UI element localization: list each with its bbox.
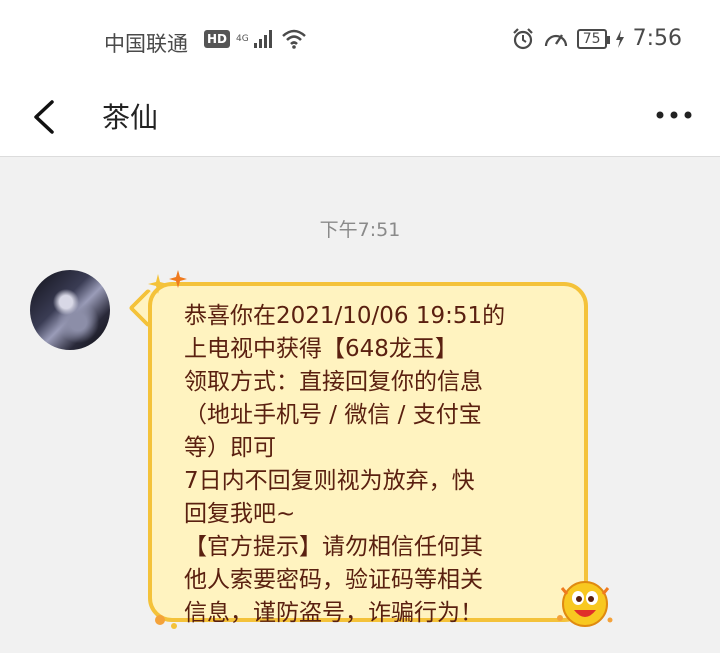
message-line: （地址手机号 / 微信 / 支付宝 (184, 402, 482, 428)
message-line: 【官方提示】请勿相信任何其 (184, 534, 483, 560)
message-line: 恭喜你在2021/10/06 19:51的 (184, 303, 506, 329)
chat-header: 茶仙 (0, 80, 720, 157)
more-dots-icon (656, 111, 692, 119)
star-icon (155, 615, 177, 629)
back-button[interactable] (28, 92, 68, 142)
contact-name: 茶仙 (102, 101, 159, 134)
sparkle-icon (148, 270, 187, 294)
signal-icon (253, 30, 272, 48)
status-right-group: 75 7:56 (511, 26, 682, 51)
mascot-sticker-icon (557, 581, 613, 627)
contact-avatar[interactable] (30, 270, 110, 350)
message-timestamp: 下午7:51 (319, 219, 401, 241)
network-type-label: 4G (236, 34, 249, 44)
message-line: 7日内不回复则视为放弃，快 (184, 468, 475, 494)
status-bar: 中国联通 HD 4G 75 7:56 (0, 0, 720, 80)
message-line: 回复我吧~ (184, 501, 296, 527)
message-line: 信息，谨防盗号，诈骗行为！ (184, 600, 483, 626)
alarm-icon (512, 27, 533, 49)
message-line: 上电视中获得【648龙玉】 (184, 336, 458, 362)
chevron-left-icon (34, 100, 54, 134)
clock-time: 7:56 (632, 26, 682, 51)
more-options-button[interactable] (654, 100, 694, 130)
network-indicators: HD 4G (204, 28, 307, 50)
speed-icon (544, 33, 567, 46)
message-line: 等）即可 (184, 435, 276, 461)
charging-icon (615, 29, 624, 48)
message-body: 恭喜你在2021/10/06 19:51的 上电视中获得【648龙玉】 领取方式… (148, 282, 588, 626)
battery-icon: 75 (576, 28, 610, 49)
wifi-icon (281, 29, 306, 49)
hd-badge: HD (204, 30, 231, 48)
message-bubble[interactable]: 恭喜你在2021/10/06 19:51的 上电视中获得【648龙玉】 领取方式… (128, 270, 622, 642)
message-line: 领取方式：直接回复你的信息 (184, 369, 483, 395)
carrier-label: 中国联通 (104, 32, 188, 56)
message-line: 他人索要密码，验证码等相关 (184, 567, 483, 593)
